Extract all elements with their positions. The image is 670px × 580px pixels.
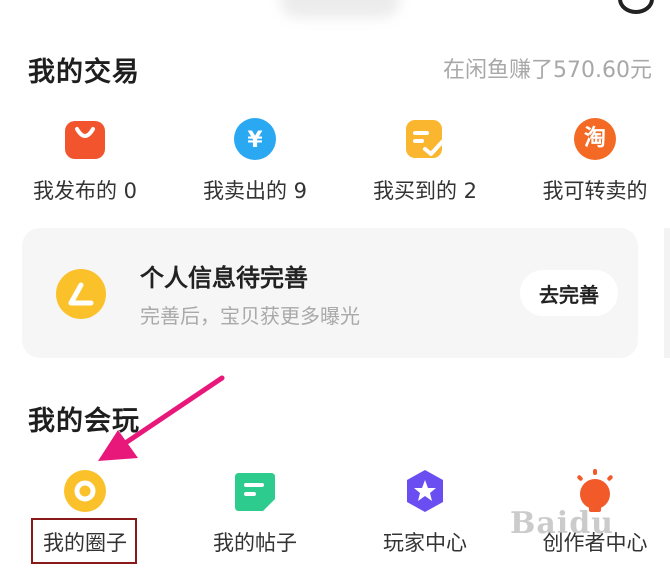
trade-item-published[interactable]: 我发布的 0 — [0, 117, 170, 205]
annotation-highlight-box — [31, 518, 137, 564]
post-icon — [233, 469, 277, 513]
earnings-text[interactable]: 在闲鱼赚了570.60元 — [443, 52, 652, 84]
trade-section-title: 我的交易 — [28, 57, 140, 88]
trade-grid: 我发布的 0 ¥ 我卖出的 9 我买到的 2 淘 我可转卖的 — [0, 117, 670, 205]
play-item-posts[interactable]: 我的帖子 — [170, 469, 340, 557]
trade-item-label: 我发布的 0 — [32, 179, 138, 203]
play-item-player-center[interactable]: 玩家中心 — [340, 469, 510, 557]
play-section-title: 我的会玩 — [28, 406, 140, 437]
trade-item-label: 我买到的 2 — [372, 179, 478, 203]
play-item-label: 玩家中心 — [383, 531, 467, 555]
taobao-glyph: 淘 — [583, 126, 606, 151]
taobao-icon: 淘 — [573, 117, 617, 161]
shopping-bag-icon — [63, 117, 107, 161]
trade-item-resell[interactable]: 淘 我可转卖的 — [510, 117, 670, 205]
next-card-edge — [664, 228, 670, 358]
complete-profile-button[interactable]: 去完善 — [520, 270, 618, 316]
trade-item-label: 我可转卖的 — [542, 179, 648, 203]
trade-item-label: 我卖出的 9 — [202, 179, 308, 203]
trade-item-sold[interactable]: ¥ 我卖出的 9 — [170, 117, 340, 205]
checked-list-icon — [403, 117, 447, 161]
settings-icon[interactable] — [618, 0, 654, 14]
watermark: Baidu — [510, 506, 614, 541]
svg-text:¥: ¥ — [247, 128, 263, 153]
play-item-label: 我的帖子 — [213, 531, 297, 555]
star-hexagon-icon — [403, 469, 447, 513]
yuan-icon: ¥ — [233, 117, 277, 161]
top-blurred-element — [280, 0, 400, 18]
circle-icon — [63, 469, 107, 513]
profile-completion-card[interactable]: 个人信息待完善 完善后，宝贝获更多曝光 去完善 — [22, 228, 638, 358]
edit-pen-icon — [56, 269, 106, 319]
trade-item-bought[interactable]: 我买到的 2 — [340, 117, 510, 205]
card-title: 个人信息待完善 — [140, 264, 308, 292]
card-subtitle: 完善后，宝贝获更多曝光 — [140, 304, 360, 328]
